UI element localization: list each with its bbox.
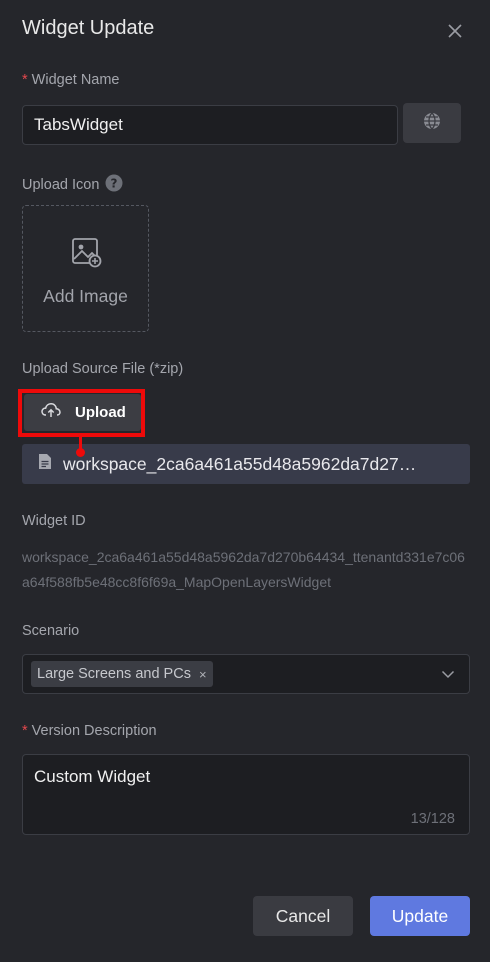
scenario-tag-label: Large Screens and PCs — [37, 666, 191, 682]
scenario-tag: Large Screens and PCs × — [31, 661, 213, 687]
upload-button-label: Upload — [75, 404, 126, 421]
uploaded-file-item[interactable]: workspace_2ca6a461a55d48a5962da7d270b644… — [22, 444, 470, 484]
translate-button[interactable] — [403, 103, 461, 143]
widget-name-value: TabsWidget — [34, 115, 123, 134]
widget-name-label: * Widget Name — [22, 72, 120, 88]
upload-button[interactable]: Upload — [24, 394, 141, 431]
globe-icon — [422, 111, 442, 136]
close-icon[interactable] — [444, 20, 466, 42]
update-button[interactable]: Update — [370, 896, 470, 936]
upload-icon-label: Upload Icon? — [22, 174, 123, 196]
svg-text:?: ? — [111, 176, 118, 190]
version-description-textarea[interactable]: Custom Widget 13/128 — [22, 754, 470, 835]
widget-id-label: Widget ID — [22, 513, 86, 529]
source-file-label: Upload Source File (*zip) — [22, 361, 184, 377]
document-icon — [38, 453, 52, 475]
dialog-title: Widget Update — [22, 17, 155, 39]
add-image-label: Add Image — [43, 286, 128, 306]
scenario-select[interactable]: Large Screens and PCs × — [22, 654, 470, 694]
version-description-label: * Version Description — [22, 723, 157, 739]
image-add-icon — [70, 236, 102, 273]
scenario-label: Scenario — [22, 623, 80, 639]
widget-name-input[interactable]: TabsWidget — [22, 105, 398, 145]
widget-id-value: workspace_2ca6a461a55d48a5962da7d270b644… — [22, 549, 465, 590]
highlight-arrow-tip — [76, 448, 85, 457]
cloud-upload-icon — [41, 402, 61, 423]
tag-remove-icon[interactable]: × — [199, 667, 207, 682]
cancel-button[interactable]: Cancel — [253, 896, 353, 936]
chevron-down-icon — [441, 667, 455, 686]
add-image-dropzone[interactable]: Add Image — [22, 205, 149, 332]
character-counter: 13/128 — [410, 811, 455, 827]
version-description-value: Custom Widget — [34, 767, 151, 786]
uploaded-file-name: workspace_2ca6a461a55d48a5962da7d270b644… — [63, 453, 423, 474]
question-circle-icon[interactable]: ? — [105, 174, 123, 196]
